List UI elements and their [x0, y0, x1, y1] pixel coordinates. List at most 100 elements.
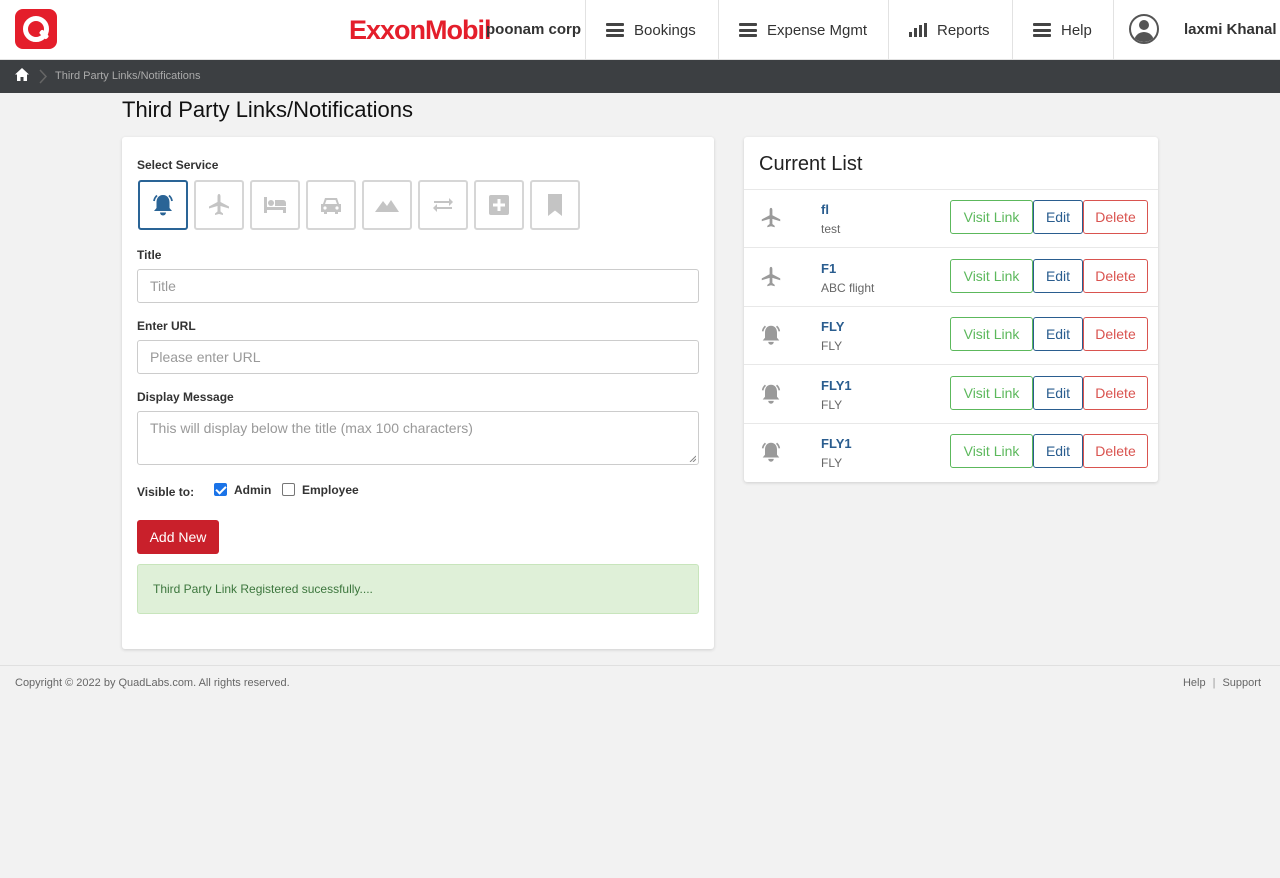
exxonmobil-logo: ExxonMobil: [349, 15, 492, 45]
bell-icon: [153, 194, 173, 216]
item-subtitle: ABC flight: [821, 281, 875, 295]
nav-reports[interactable]: Reports: [888, 0, 1013, 60]
service-other[interactable]: [474, 180, 524, 230]
nav-bookings[interactable]: Bookings: [585, 0, 719, 60]
breadcrumb: Third Party Links/Notifications: [0, 60, 1280, 93]
title-label: Title: [137, 248, 162, 262]
service-notification[interactable]: [138, 180, 188, 230]
nav-label: Reports: [937, 21, 990, 39]
transfer-icon: [433, 198, 453, 212]
service-hotel[interactable]: [250, 180, 300, 230]
item-title: F1: [821, 261, 837, 276]
copyright-text: Copyright © 2022 by QuadLabs.com. All ri…: [15, 677, 290, 689]
visit-link-button[interactable]: Visit Link: [950, 200, 1033, 234]
mountain-icon: [375, 200, 399, 212]
bookmark-icon: [548, 194, 562, 216]
user-menu[interactable]: laxmi Khanal: [1113, 0, 1280, 60]
item-subtitle: FLY: [821, 456, 843, 470]
visible-to-label: Visible to:: [137, 485, 195, 499]
nav-expense-mgmt[interactable]: Expense Mgmt: [718, 0, 889, 60]
service-bookmark[interactable]: [530, 180, 580, 230]
item-title: fl: [821, 202, 829, 217]
url-input[interactable]: Please enter URL: [137, 340, 699, 374]
add-new-button[interactable]: Add New: [137, 520, 219, 554]
message-textarea[interactable]: This will display below the title (max 1…: [137, 411, 699, 465]
resize-handle-icon[interactable]: [688, 454, 696, 462]
title-input[interactable]: Title: [137, 269, 699, 303]
edit-button[interactable]: Edit: [1033, 259, 1083, 293]
visit-link-button[interactable]: Visit Link: [950, 259, 1033, 293]
item-title: FLY1: [821, 378, 852, 393]
car-icon: [321, 198, 341, 214]
home-icon[interactable]: [15, 68, 29, 81]
menu-icon: [739, 23, 757, 37]
employee-checkbox[interactable]: [282, 483, 295, 496]
corporate-name: poonam corp: [486, 21, 582, 38]
item-subtitle: test: [821, 222, 841, 236]
top-header: ExxonMobil poonam corp Bookings Expense …: [0, 0, 1280, 60]
item-title: FLY1: [821, 436, 852, 451]
plane-icon: [761, 266, 781, 287]
bell-icon: [761, 325, 781, 345]
url-label: Enter URL: [137, 319, 196, 333]
edit-button[interactable]: Edit: [1033, 317, 1083, 351]
menu-icon: [606, 23, 624, 37]
visit-link-button[interactable]: Visit Link: [950, 317, 1033, 351]
service-activity[interactable]: [362, 180, 412, 230]
nav-label: Expense Mgmt: [767, 21, 868, 39]
user-avatar-icon: [1129, 14, 1159, 44]
page-title: Third Party Links/Notifications: [122, 97, 413, 122]
admin-checkbox[interactable]: [214, 483, 227, 496]
plus-square-icon: [489, 195, 509, 215]
message-label: Display Message: [137, 390, 234, 404]
footer-help-link[interactable]: Help: [1183, 677, 1206, 689]
add-link-form: Select Service Title Title Enter URL Ple…: [122, 137, 714, 649]
nav-help[interactable]: Help: [1012, 0, 1114, 60]
bell-icon: [761, 384, 781, 404]
footer-support-link[interactable]: Support: [1222, 677, 1261, 689]
list-item: FLY1 FLY Visit Link Edit Delete: [744, 366, 1158, 424]
item-subtitle: FLY: [821, 398, 843, 412]
visit-link-button[interactable]: Visit Link: [950, 376, 1033, 410]
menu-icon: [1033, 23, 1051, 37]
success-alert: Third Party Link Registered sucessfully.…: [137, 564, 699, 614]
service-car[interactable]: [306, 180, 356, 230]
delete-button[interactable]: Delete: [1083, 317, 1148, 351]
plane-icon: [209, 194, 229, 215]
footer-separator: |: [1212, 677, 1216, 689]
edit-button[interactable]: Edit: [1033, 200, 1083, 234]
nav-label: Bookings: [634, 21, 696, 39]
service-transfer[interactable]: [418, 180, 468, 230]
quadlabs-logo[interactable]: [15, 9, 57, 49]
list-item: FLY1 FLY Visit Link Edit Delete: [744, 424, 1158, 482]
delete-button[interactable]: Delete: [1083, 259, 1148, 293]
current-list-panel: Current List fl test Visit Link Edit Del…: [744, 137, 1158, 482]
footer-links: Help | Support: [1183, 677, 1261, 690]
bed-icon: [264, 197, 286, 213]
footer-divider: [0, 665, 1280, 666]
bell-icon: [761, 442, 781, 462]
admin-label: Admin: [234, 483, 272, 497]
edit-button[interactable]: Edit: [1033, 434, 1083, 468]
delete-button[interactable]: Delete: [1083, 200, 1148, 234]
item-title: FLY: [821, 319, 845, 334]
plane-icon: [761, 207, 781, 228]
employee-label: Employee: [302, 483, 359, 497]
list-item: F1 ABC flight Visit Link Edit Delete: [744, 249, 1158, 307]
edit-button[interactable]: Edit: [1033, 376, 1083, 410]
item-subtitle: FLY: [821, 339, 843, 353]
list-title: Current List: [759, 153, 863, 175]
delete-button[interactable]: Delete: [1083, 376, 1148, 410]
select-service-label: Select Service: [137, 158, 219, 172]
delete-button[interactable]: Delete: [1083, 434, 1148, 468]
visit-link-button[interactable]: Visit Link: [950, 434, 1033, 468]
chevron-right-icon: [39, 69, 48, 84]
service-flight[interactable]: [194, 180, 244, 230]
nav-label: Help: [1061, 21, 1092, 39]
list-item: FLY FLY Visit Link Edit Delete: [744, 307, 1158, 365]
user-name: laxmi Khanal: [1184, 21, 1277, 38]
breadcrumb-current: Third Party Links/Notifications: [55, 70, 201, 82]
list-item: fl test Visit Link Edit Delete: [744, 190, 1158, 248]
message-placeholder: This will display below the title (max 1…: [150, 420, 473, 436]
bar-chart-icon: [909, 23, 927, 37]
